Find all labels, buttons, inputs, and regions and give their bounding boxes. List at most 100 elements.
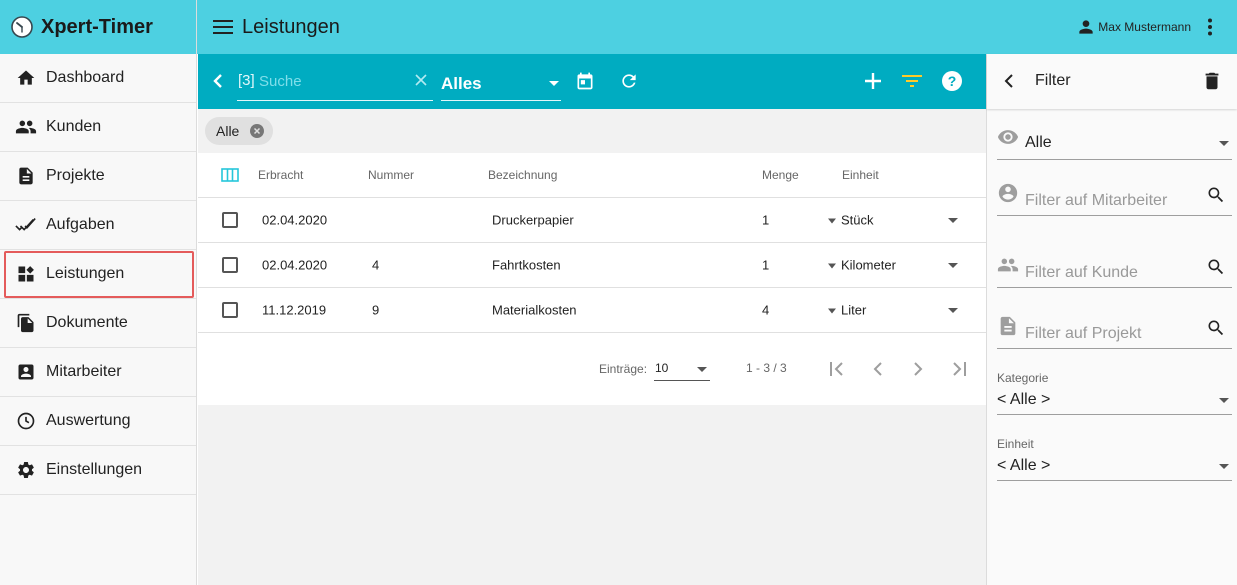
table-row[interactable]: 02.04.2020 Druckerpapier 1 Stück: [198, 198, 986, 243]
category-label: Kategorie: [997, 371, 1049, 385]
unit-select[interactable]: < Alle >: [997, 451, 1232, 481]
table-row[interactable]: 11.12.2019 9 Materialkosten 4 Liter: [198, 288, 986, 333]
svg-text:?: ?: [948, 73, 957, 89]
filter-panel: Filter Alle Filter auf Mitarbeiter Filte…: [986, 54, 1237, 585]
project-filter-field[interactable]: Filter auf Projekt: [997, 312, 1232, 349]
menu-icon[interactable]: [211, 15, 235, 39]
chip-row: Alle: [198, 109, 986, 154]
column-toggle-icon[interactable]: [221, 168, 239, 182]
column-header-nummer[interactable]: Nummer: [368, 168, 414, 182]
dropdown-arrow-icon: [1219, 464, 1229, 469]
search-result-count: [3]: [238, 72, 255, 89]
employee-filter-placeholder: Filter auf Mitarbeiter: [1025, 192, 1168, 209]
user-menu[interactable]: Max Mustermann: [1076, 17, 1191, 37]
gear-icon: [15, 459, 37, 481]
back-chevron-icon[interactable]: [208, 71, 228, 91]
column-header-erbracht[interactable]: Erbracht: [258, 168, 303, 182]
sidebar-item-dokumente[interactable]: Dokumente: [0, 299, 196, 348]
cell-einheit-value: Kilometer: [841, 257, 896, 273]
sidebar-item-einstellungen[interactable]: Einstellungen: [0, 446, 196, 495]
category-select[interactable]: < Alle >: [997, 385, 1232, 415]
documents-icon: [15, 312, 37, 334]
sidebar-item-auswertung[interactable]: Auswertung: [0, 397, 196, 446]
brand-header: Xpert-Timer: [0, 0, 196, 54]
help-icon[interactable]: ?: [941, 70, 963, 92]
cell-erbracht: 02.04.2020: [262, 257, 328, 273]
user-name: Max Mustermann: [1098, 20, 1191, 34]
row-menu-arrow-icon[interactable]: [948, 218, 958, 223]
sidebar-item-leistungen[interactable]: Leistungen: [0, 250, 196, 299]
filter-select[interactable]: Alles: [441, 67, 561, 101]
cell-einheit[interactable]: Liter: [828, 303, 866, 318]
cell-einheit-value: Liter: [841, 302, 867, 318]
row-menu-arrow-icon[interactable]: [948, 263, 958, 268]
cell-einheit[interactable]: Stück: [828, 213, 874, 228]
table-row[interactable]: 02.04.2020 4 Fahrtkosten 1 Kilometer: [198, 243, 986, 288]
sidebar-item-label: Mitarbeiter: [46, 363, 122, 380]
trash-icon[interactable]: [1201, 70, 1223, 92]
search-icon[interactable]: [1206, 185, 1226, 205]
person-icon: [1079, 20, 1093, 34]
add-icon[interactable]: [862, 70, 884, 92]
customer-filter-field[interactable]: Filter auf Kunde: [997, 251, 1232, 288]
cell-erbracht: 02.04.2020: [262, 212, 328, 228]
cell-bezeichnung: Druckerpapier: [492, 212, 574, 228]
page-range-label: 1 - 3 / 3: [746, 361, 787, 375]
cell-erbracht: 11.12.2019: [262, 302, 327, 318]
search-input[interactable]: [259, 70, 404, 92]
filter-chip[interactable]: Alle: [205, 117, 273, 145]
filter-list-icon[interactable]: [901, 70, 923, 92]
dashboard-widgets-icon: [15, 263, 37, 285]
category-value: < Alle >: [997, 391, 1051, 408]
clock-logo-icon: [11, 16, 33, 38]
main-content: [3] Alles ? Alle Er: [198, 54, 986, 585]
sidebar-item-dashboard[interactable]: Dashboard: [0, 54, 196, 103]
sidebar-item-projekte[interactable]: Projekte: [0, 152, 196, 201]
previous-page-icon[interactable]: [866, 357, 890, 381]
refresh-icon[interactable]: [618, 70, 640, 92]
employee-filter-field[interactable]: Filter auf Mitarbeiter: [997, 180, 1232, 216]
dropdown-arrow-icon: [828, 308, 836, 314]
cell-nummer: 9: [372, 302, 380, 318]
document-icon: [1000, 316, 1016, 336]
dropdown-arrow-icon: [828, 263, 836, 269]
chevron-left-icon[interactable]: [999, 71, 1019, 91]
sidebar-item-label: Einstellungen: [46, 461, 143, 478]
page-size-select[interactable]: 10: [654, 357, 710, 381]
calendar-icon[interactable]: [574, 70, 596, 92]
sidebar-item-aufgaben[interactable]: Aufgaben: [0, 201, 196, 250]
search-icon[interactable]: [1206, 257, 1226, 277]
last-page-icon[interactable]: [946, 357, 970, 381]
account-circle-icon: [998, 183, 1018, 203]
sidebar: Xpert-Timer Dashboard Kunden Projekte Au…: [0, 0, 197, 585]
top-app-bar: Leistungen Max Mustermann: [197, 0, 1237, 54]
sidebar-item-mitarbeiter[interactable]: Mitarbeiter: [0, 348, 196, 397]
column-header-bezeichnung[interactable]: Bezeichnung: [488, 168, 557, 182]
row-checkbox[interactable]: [222, 302, 238, 318]
more-vert-icon[interactable]: [1199, 16, 1221, 38]
search-icon[interactable]: [1206, 318, 1226, 338]
column-header-menge[interactable]: Menge: [762, 168, 799, 182]
dropdown-arrow-icon: [1219, 398, 1229, 403]
row-menu-arrow-icon[interactable]: [948, 308, 958, 313]
unit-value: < Alle >: [997, 457, 1051, 474]
services-table: Erbracht Nummer Bezeichnung Menge Einhei…: [198, 153, 986, 405]
row-checkbox[interactable]: [222, 212, 238, 228]
people-icon: [15, 116, 37, 138]
chip-remove-icon[interactable]: [250, 124, 264, 138]
first-page-icon[interactable]: [826, 357, 850, 381]
search-field[interactable]: [3]: [237, 67, 433, 101]
sidebar-item-kunden[interactable]: Kunden: [0, 103, 196, 152]
cell-bezeichnung: Materialkosten: [492, 302, 577, 318]
close-icon[interactable]: [414, 73, 428, 87]
column-header-einheit[interactable]: Einheit: [842, 168, 879, 182]
next-page-icon[interactable]: [906, 357, 930, 381]
sidebar-item-label: Kunden: [46, 118, 102, 135]
cell-einheit[interactable]: Kilometer: [828, 258, 896, 273]
visibility-select[interactable]: Alle: [997, 124, 1232, 160]
sidebar-item-label: Leistungen: [46, 265, 125, 282]
cell-menge: 1: [762, 257, 770, 273]
eye-icon: [997, 130, 1019, 144]
app-name: Xpert-Timer: [41, 15, 153, 38]
row-checkbox[interactable]: [222, 257, 238, 273]
